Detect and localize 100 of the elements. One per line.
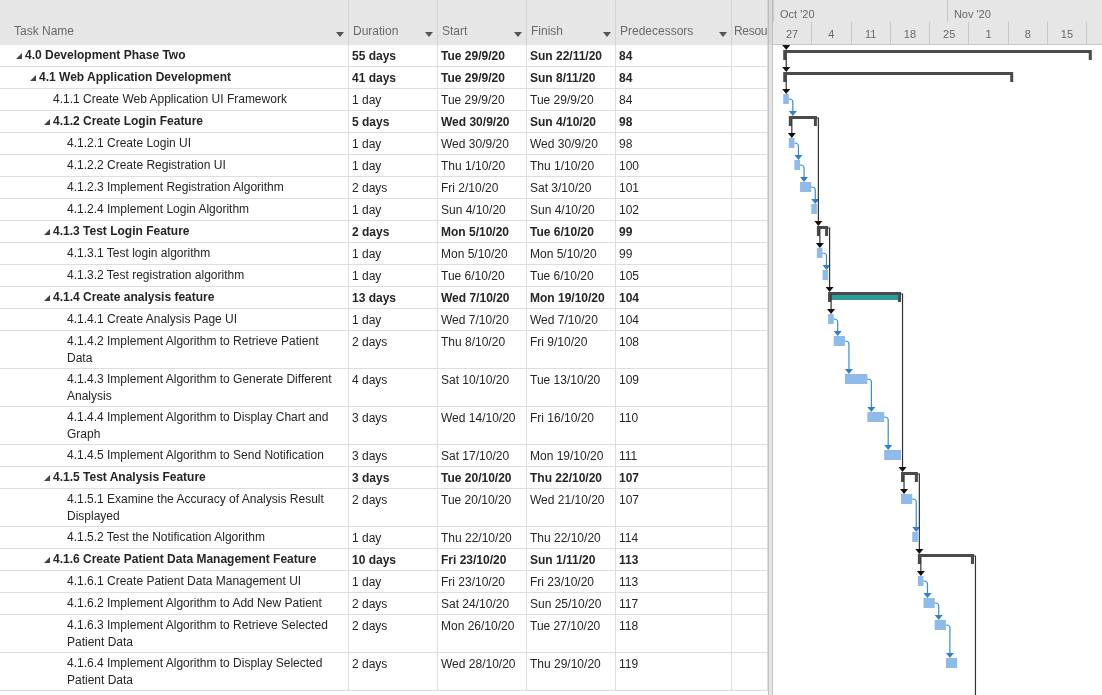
link-arrow xyxy=(787,118,796,138)
collapse-triangle-icon[interactable] xyxy=(44,228,50,235)
link-arrow xyxy=(827,294,836,314)
task-bar xyxy=(934,620,946,630)
link-arrow xyxy=(793,142,803,160)
table-cell: 2 days xyxy=(352,335,388,349)
table-cell: Sun 4/10/20 xyxy=(441,203,506,217)
table-cell: Tue 27/10/20 xyxy=(530,619,601,633)
table-cell: Fri 23/10/20 xyxy=(441,553,507,567)
collapse-triangle-icon[interactable] xyxy=(44,118,50,125)
column-header[interactable]: Resou xyxy=(732,0,768,45)
task-name: 4.1.1 Create Web Application UI Framework xyxy=(53,91,287,108)
collapse-triangle-icon[interactable] xyxy=(44,474,50,481)
table-cell: 107 xyxy=(619,471,640,485)
task-bar xyxy=(923,598,935,608)
collapse-triangle-icon[interactable] xyxy=(44,556,50,563)
table-cell: Tue 6/10/20 xyxy=(530,269,594,283)
task-name: 4.1.2 Create Login Feature xyxy=(53,113,204,130)
link-arrow xyxy=(945,624,954,658)
table-cell: Sun 25/10/20 xyxy=(530,597,602,611)
table-cell: Thu 1/10/20 xyxy=(530,159,595,173)
table-cell: 4 days xyxy=(352,373,388,387)
table-cell: 105 xyxy=(619,269,640,283)
table-cell: 113 xyxy=(619,553,639,567)
table-cell: 108 xyxy=(619,335,640,349)
link-arrow xyxy=(833,318,842,336)
task-bar xyxy=(884,450,902,460)
table-cell: 100 xyxy=(619,159,640,173)
table-cell: 101 xyxy=(619,181,640,195)
task-bar xyxy=(917,576,924,586)
table-cell: 1 day xyxy=(352,247,382,261)
task-bar xyxy=(844,374,868,384)
table-cell: Wed 14/10/20 xyxy=(441,411,516,425)
table-cell: Mon 5/10/20 xyxy=(441,247,508,261)
table-cell: 2 days xyxy=(352,657,388,671)
link-arrow xyxy=(922,580,932,598)
table-cell: 13 days xyxy=(352,291,397,305)
table-cell: Tue 29/9/20 xyxy=(441,93,505,107)
table-cell: Tue 13/10/20 xyxy=(530,373,601,387)
table-cell: Fri 16/10/20 xyxy=(530,411,595,425)
link-arrow xyxy=(782,74,791,94)
task-bar xyxy=(833,336,845,346)
table-cell: 110 xyxy=(619,411,639,425)
table-cell: Thu 29/10/20 xyxy=(530,657,601,671)
table-cell: Mon 5/10/20 xyxy=(441,225,510,239)
table-cell: 99 xyxy=(619,225,633,239)
table-cell: Thu 22/10/20 xyxy=(530,531,601,545)
table-cell: 2 days xyxy=(352,181,388,195)
table-cell: 1 day xyxy=(352,137,382,151)
month-label: Nov '20 xyxy=(946,0,1102,22)
table-cell: 1 day xyxy=(352,93,382,107)
task-bar xyxy=(816,248,823,258)
table-cell: 1 day xyxy=(352,159,382,173)
table-cell: 84 xyxy=(619,49,633,63)
table-cell: 84 xyxy=(619,71,633,85)
table-cell: 2 days xyxy=(352,597,388,611)
table-cell: Sun 4/10/20 xyxy=(530,115,597,129)
table-cell: Fri 23/10/20 xyxy=(441,575,506,589)
collapse-triangle-icon[interactable] xyxy=(44,294,50,301)
task-bar xyxy=(788,138,795,148)
table-cell: Tue 29/9/20 xyxy=(441,49,505,63)
table-cell: 107 xyxy=(619,493,640,507)
table-cell: Wed 30/9/20 xyxy=(441,115,510,129)
link-arrow xyxy=(866,378,876,412)
table-cell: Mon 5/10/20 xyxy=(530,247,597,261)
table-cell: 98 xyxy=(619,137,633,151)
table-cell: 3 days xyxy=(352,449,388,463)
task-name: 4.1.4.4 Implement Algorithm to Display Chart and Graph xyxy=(67,409,330,443)
link-arrow xyxy=(782,45,791,50)
table-cell: 98 xyxy=(619,115,633,129)
table-cell: 2 days xyxy=(352,493,388,507)
task-name: 4.1.4.2 Implement Algorithm to Retrieve Patient Data xyxy=(67,333,320,367)
table-cell: Tue 20/10/20 xyxy=(441,493,512,507)
table-cell: Thu 22/10/20 xyxy=(530,471,603,485)
table-cell: Sun 22/11/20 xyxy=(530,49,603,63)
task-bar xyxy=(828,314,834,324)
task-name: 4.1.4.1 Create Analysis Page UI xyxy=(67,311,238,328)
table-cell: 113 xyxy=(619,575,639,589)
table-cell: Tue 20/10/20 xyxy=(441,471,512,485)
table-cell: Tue 29/9/20 xyxy=(530,93,594,107)
task-name: 4.1.3.2 Test registration algorithm xyxy=(67,267,245,284)
table-cell: Mon 19/10/20 xyxy=(530,291,605,305)
task-bar xyxy=(794,160,801,170)
table-cell: Sat 3/10/20 xyxy=(530,181,592,195)
table-cell: Wed 30/9/20 xyxy=(530,137,598,151)
table-cell: Wed 7/10/20 xyxy=(530,313,598,327)
collapse-triangle-icon[interactable] xyxy=(30,74,36,81)
link-arrow xyxy=(934,602,943,620)
table-cell: 3 days xyxy=(352,471,390,485)
link-arrow xyxy=(883,416,893,450)
table-cell: Tue 6/10/20 xyxy=(530,225,594,239)
table-cell: 104 xyxy=(619,291,640,305)
table-cell: Wed 30/9/20 xyxy=(441,137,509,151)
table-cell: 1 day xyxy=(352,269,382,283)
table-cell: Thu 22/10/20 xyxy=(441,531,512,545)
table-cell: Sat 17/10/20 xyxy=(441,449,510,463)
table-cell: 5 days xyxy=(352,115,390,129)
table-cell: Sun 8/11/20 xyxy=(530,71,596,85)
task-bar xyxy=(901,494,913,504)
collapse-triangle-icon[interactable] xyxy=(16,52,22,59)
